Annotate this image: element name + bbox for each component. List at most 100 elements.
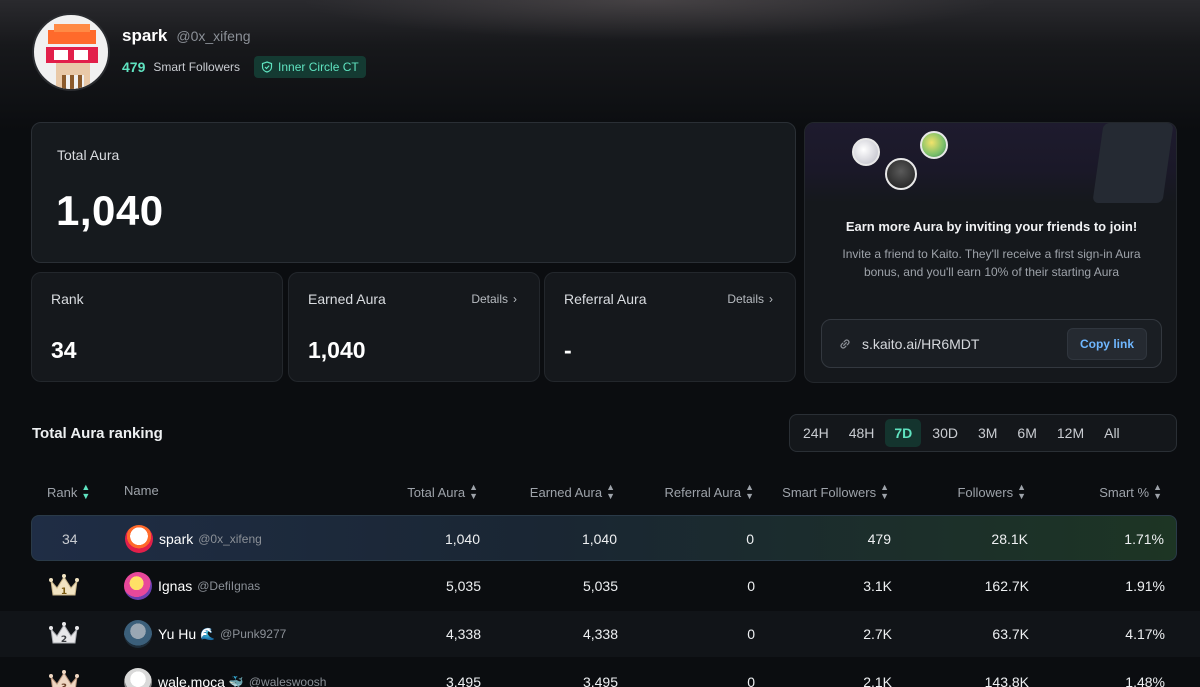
row-referral-aura: 0 [747, 674, 755, 687]
avatar [124, 668, 152, 687]
referral-link-box: s.kaito.ai/HR6MDT Copy link [821, 319, 1162, 368]
row-smart-followers: 2.1K [863, 674, 892, 687]
row-handle: @DefiIgnas [197, 579, 261, 593]
crown-2-icon: 2 [48, 611, 80, 657]
row-total-aura: 4,338 [445, 626, 481, 642]
column-label: Rank [47, 484, 78, 500]
shield-icon [261, 61, 273, 73]
profile-handle[interactable]: @0x_xifeng [176, 28, 250, 44]
row-smart-pct: 1.71% [1124, 531, 1164, 547]
crown-rank: 3 [61, 683, 67, 687]
avatar[interactable] [32, 13, 110, 91]
tab-7d[interactable]: 7D [885, 419, 922, 447]
avatar [124, 572, 152, 600]
link-icon [840, 338, 850, 349]
row-followers: 63.7K [992, 626, 1029, 642]
row-user[interactable]: Ignas @DefiIgnas [124, 563, 260, 609]
table-header: Rank ▲ ▼ Name Total Aura ▲ ▼ Earned Aura ▲ ▼ R… [0, 483, 1200, 501]
column-followers[interactable]: Followers ▲ ▼ [957, 483, 1026, 501]
invite-illustration [805, 123, 1176, 203]
column-label: Followers [957, 484, 1014, 500]
earned-aura-value: 1,040 [308, 337, 366, 363]
tab-3m[interactable]: 3M [969, 419, 1006, 447]
sort-icon: ▲ ▼ [880, 482, 889, 501]
row-earned-aura: 4,338 [582, 626, 618, 642]
wave-icon: 🌊 [200, 627, 216, 641]
column-label: Name [124, 483, 159, 498]
column-label: Smart Followers [782, 484, 877, 500]
row-earned-aura: 3,495 [582, 674, 618, 687]
referral-link[interactable]: s.kaito.ai/HR6MDT [862, 336, 1067, 352]
crown-3-icon: 3 [48, 659, 80, 687]
details-label: Details [727, 292, 764, 306]
chevron-right-icon: › [769, 292, 773, 306]
row-smart-pct: 1.91% [1125, 578, 1165, 594]
referral-aura-value: - [564, 337, 572, 363]
column-label: Earned Aura [529, 484, 603, 500]
rank-value: 34 [51, 337, 77, 363]
row-user[interactable]: Yu Hu 🌊 @Punk9277 [124, 611, 286, 657]
earned-details-link[interactable]: Details › [471, 292, 517, 306]
row-user[interactable]: wale.moca 🐳 @waleswoosh [124, 659, 326, 687]
tab-all[interactable]: All [1095, 419, 1129, 447]
row-earned-aura: 5,035 [582, 578, 618, 594]
tab-24h[interactable]: 24H [794, 419, 838, 447]
row-smart-followers: 2.7K [863, 626, 892, 642]
chevron-right-icon: › [513, 292, 517, 306]
column-smart-followers[interactable]: Smart Followers ▲ ▼ [782, 483, 889, 501]
row-handle: @Punk9277 [220, 627, 287, 641]
row-earned-aura: 1,040 [581, 531, 617, 547]
total-aura-label: Total Aura [57, 147, 120, 163]
sort-icon: ▲ ▼ [1153, 482, 1162, 501]
friend-avatar [920, 131, 948, 159]
table-row-self[interactable]: 34 spark @0x_xifeng 1,040 1,040 0 479 28… [31, 515, 1177, 561]
sort-icon: ▲ ▼ [1017, 482, 1026, 501]
table-row[interactable]: 2 Yu Hu 🌊 @Punk9277 4,338 4,338 0 2.7K 6… [0, 611, 1200, 657]
earned-aura-label: Earned Aura [308, 291, 386, 307]
row-total-aura: 3,495 [445, 674, 481, 687]
column-rank[interactable]: Rank ▲ ▼ [47, 483, 90, 501]
copy-link-button[interactable]: Copy link [1066, 327, 1147, 360]
invite-title: Earn more Aura by inviting your friends … [845, 219, 1138, 234]
column-earned-aura[interactable]: Earned Aura ▲ ▼ [530, 483, 615, 501]
row-referral-aura: 0 [747, 626, 755, 642]
crown-rank: 2 [61, 635, 67, 645]
smart-followers-count: 479 [122, 59, 146, 75]
tab-30d[interactable]: 30D [923, 419, 967, 447]
crown-1-icon: 1 [48, 563, 80, 609]
column-label: Referral Aura [664, 484, 742, 500]
row-total-aura: 5,035 [445, 578, 481, 594]
invite-description: Invite a friend to Kaito. They'll receiv… [842, 247, 1141, 279]
row-smart-pct: 4.17% [1125, 626, 1165, 642]
sort-icon: ▲ ▼ [81, 482, 91, 501]
rank-label: Rank [51, 291, 84, 307]
avatar [124, 620, 152, 648]
column-label: Smart % [1099, 484, 1150, 500]
referral-aura-card: Referral Aura Details › - [544, 272, 796, 382]
details-label: Details [471, 292, 508, 306]
row-name: Yu Hu [158, 626, 197, 642]
row-rank: 34 [62, 531, 78, 547]
row-referral-aura: 0 [746, 531, 754, 547]
ranking-title: Total Aura ranking [32, 425, 163, 442]
whale-icon: 🐳 [228, 675, 244, 687]
kaito-logo-icon [1092, 123, 1174, 203]
referral-details-link[interactable]: Details › [727, 292, 773, 306]
referral-aura-label: Referral Aura [564, 291, 647, 307]
tab-6m[interactable]: 6M [1008, 419, 1045, 447]
earned-aura-card: Earned Aura Details › 1,040 [288, 272, 540, 382]
invite-card: Earn more Aura by inviting your friends … [804, 122, 1177, 383]
tab-48h[interactable]: 48H [840, 419, 884, 447]
row-referral-aura: 0 [747, 578, 755, 594]
table-row[interactable]: 3 wale.moca 🐳 @waleswoosh 3,495 3,495 0 … [0, 659, 1200, 687]
row-user[interactable]: spark @0x_xifeng [125, 516, 262, 562]
inner-circle-badge[interactable]: Inner Circle CT [254, 56, 366, 78]
row-followers: 162.7K [984, 578, 1029, 594]
column-smart-pct[interactable]: Smart % ▲ ▼ [1099, 483, 1162, 501]
column-label: Total Aura [407, 484, 466, 500]
tab-12m[interactable]: 12M [1048, 419, 1093, 447]
column-total-aura[interactable]: Total Aura ▲ ▼ [407, 483, 478, 501]
column-referral-aura[interactable]: Referral Aura ▲ ▼ [664, 483, 754, 501]
table-row[interactable]: 1 Ignas @DefiIgnas 5,035 5,035 0 3.1K 16… [0, 563, 1200, 609]
row-name: spark [159, 531, 194, 547]
